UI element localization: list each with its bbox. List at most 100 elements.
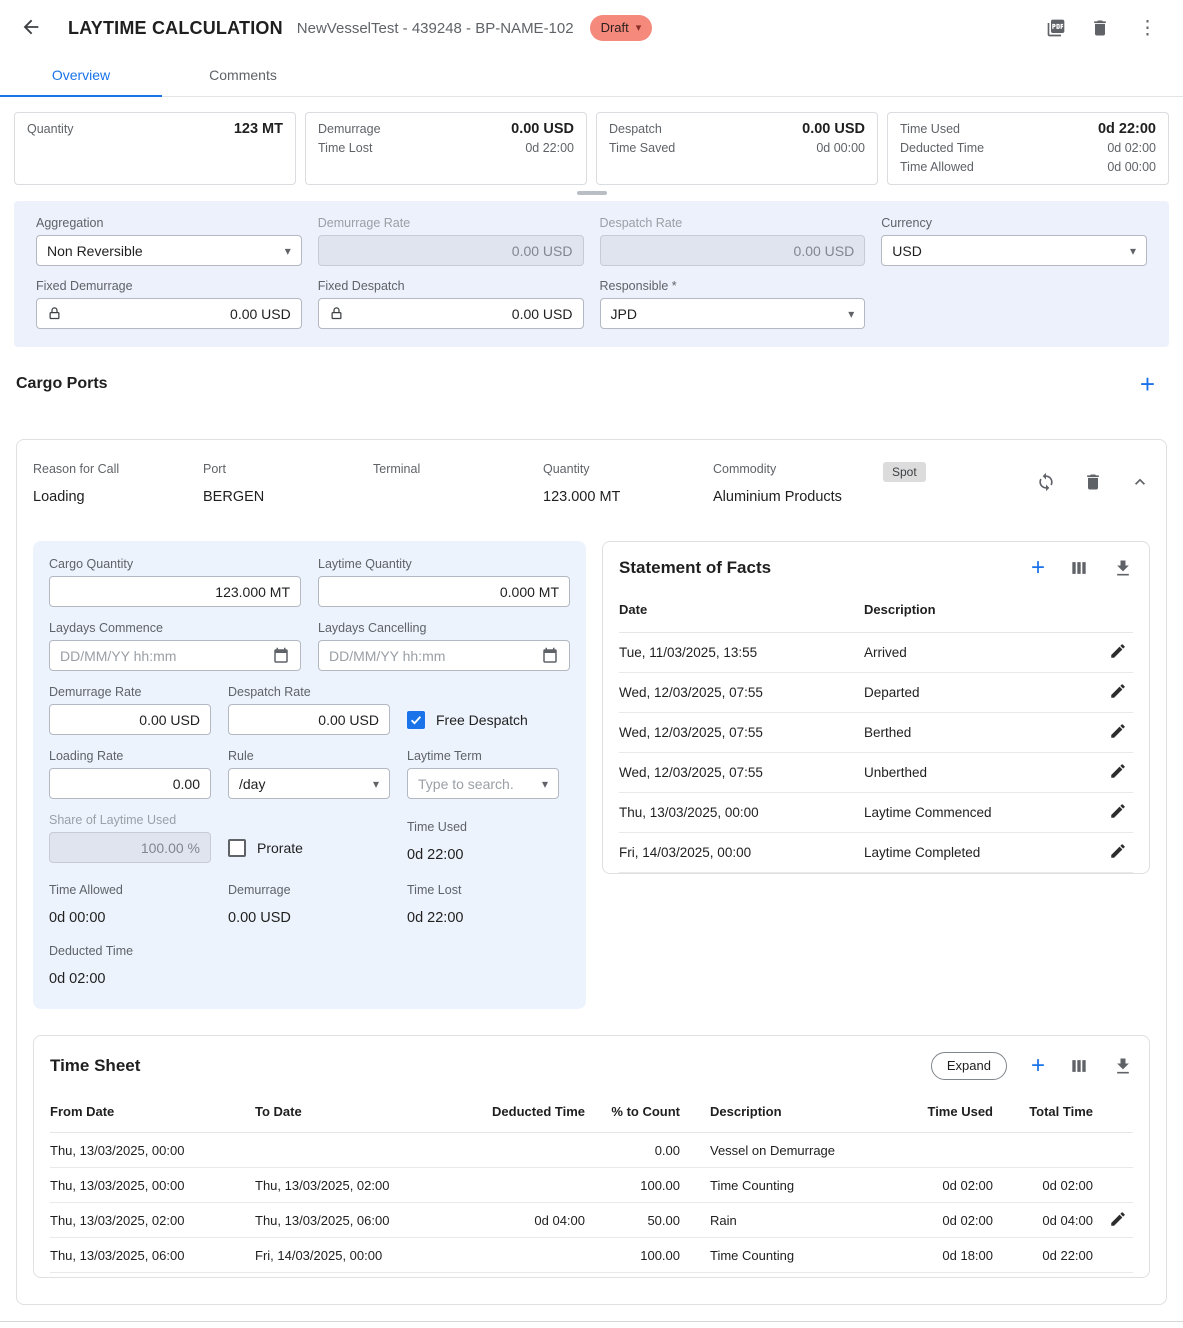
chevron-down-icon: ▾: [285, 245, 291, 257]
time-lost-value: 0d 22:00: [407, 910, 463, 926]
port-label: Port: [203, 462, 373, 476]
rule-field-group: Rule /day ▾: [228, 749, 390, 799]
timesheet-row: Thu, 13/03/2025, 06:00 Fri, 14/03/2025, …: [50, 1238, 1133, 1273]
time-allowed-value: 0d 00:00: [49, 910, 211, 926]
time-used-value: 0d 22:00: [407, 847, 467, 863]
sof-description: Berthed: [864, 713, 1091, 753]
share-of-laytime-field-group: Share of Laytime Used 100.00 %: [49, 813, 211, 863]
sof-toolbar: +: [1031, 558, 1133, 578]
calendar-icon[interactable]: [541, 647, 559, 665]
edit-pencil-icon[interactable]: [1109, 762, 1127, 780]
laytime-quantity-input-field[interactable]: [329, 584, 559, 600]
laydays-cancelling-input[interactable]: [318, 640, 570, 671]
ts-deducted: [460, 1238, 585, 1273]
chevron-down-icon: ▾: [373, 778, 379, 790]
port-demurrage-rate-input[interactable]: [49, 704, 211, 735]
ts-deducted: [460, 1133, 585, 1168]
columns-icon[interactable]: [1069, 1056, 1089, 1076]
port-demurrage-value: 0.00 USD: [228, 910, 390, 926]
prorate-checkbox[interactable]: Prorate: [228, 832, 390, 863]
laytime-quantity-input[interactable]: [318, 576, 570, 607]
expand-button[interactable]: Expand: [931, 1052, 1007, 1080]
ts-description: Time Counting: [680, 1168, 888, 1203]
status-badge[interactable]: Draft ▾: [590, 15, 653, 41]
laytime-term-search-select[interactable]: Type to search. ▾: [407, 768, 559, 799]
tab-comments[interactable]: Comments: [162, 56, 324, 96]
rule-select[interactable]: /day ▾: [228, 768, 390, 799]
chevron-down-icon: ▾: [636, 21, 642, 34]
ts-column-pct-to-count: % to Count: [585, 1096, 680, 1133]
topbar-actions: ⋮: [1046, 17, 1161, 40]
summary-value: 0d 02:00: [1107, 139, 1156, 158]
currency-select[interactable]: USD ▾: [881, 235, 1147, 266]
download-icon[interactable]: [1113, 1056, 1133, 1076]
tab-overview[interactable]: Overview: [0, 56, 162, 97]
delete-port-icon[interactable]: [1083, 472, 1103, 492]
pdf-export-icon[interactable]: [1046, 18, 1066, 38]
add-fact-button[interactable]: +: [1031, 558, 1045, 578]
reason-for-call-label: Reason for Call: [33, 462, 203, 476]
fixed-demurrage-input[interactable]: 0.00 USD: [36, 298, 302, 329]
edit-pencil-icon[interactable]: [1109, 802, 1127, 820]
ts-total-time: 0d 02:00: [993, 1168, 1093, 1203]
loading-rate-input[interactable]: [49, 768, 211, 799]
deducted-time-label: Deducted Time: [49, 944, 211, 958]
ts-to: Thu, 13/03/2025, 06:00: [255, 1203, 460, 1238]
back-button[interactable]: [20, 16, 44, 40]
laydays-commence-field-group: Laydays Commence: [49, 621, 301, 671]
ts-column-time-used: Time Used: [888, 1096, 993, 1133]
download-icon[interactable]: [1113, 558, 1133, 578]
ts-time-used: 0d 02:00: [888, 1203, 993, 1238]
ts-deducted: 0d 04:00: [460, 1203, 585, 1238]
port-demurrage-rate-field-group: Demurrage Rate: [49, 685, 211, 735]
delete-icon[interactable]: [1090, 18, 1110, 38]
panel-resize-handle[interactable]: [577, 191, 607, 195]
time-used-label: Time Used: [407, 820, 467, 834]
edit-pencil-icon[interactable]: [1109, 1210, 1127, 1228]
responsible-select[interactable]: JPD ▾: [600, 298, 866, 329]
loading-rate-input-field[interactable]: [60, 776, 200, 792]
edit-pencil-icon[interactable]: [1109, 642, 1127, 660]
edit-pencil-icon[interactable]: [1109, 722, 1127, 740]
collapse-chevron-up-icon[interactable]: [1130, 472, 1150, 492]
statement-of-facts-table: Date Description Tue, 11/03/2025, 13:55 …: [619, 594, 1133, 873]
sof-date: Wed, 12/03/2025, 07:55: [619, 713, 864, 753]
laydays-cancelling-input-field[interactable]: [329, 648, 533, 664]
port-despatch-rate-input-field[interactable]: [239, 712, 379, 728]
demurrage-rate-label: Demurrage Rate: [318, 216, 584, 230]
cargo-quantity-input-field[interactable]: [60, 584, 290, 600]
ts-column-description: Description: [680, 1096, 888, 1133]
rule-value: /day: [239, 776, 265, 792]
cargo-quantity-input[interactable]: [49, 576, 301, 607]
summary-value: 0d 00:00: [816, 139, 865, 158]
laydays-commence-input[interactable]: [49, 640, 301, 671]
calendar-icon[interactable]: [272, 647, 290, 665]
aggregation-select[interactable]: Non Reversible ▾: [36, 235, 302, 266]
summary-value: 0d 00:00: [1107, 158, 1156, 177]
add-timesheet-row-button[interactable]: +: [1031, 1056, 1045, 1076]
quantity-label: Quantity: [543, 462, 713, 476]
chevron-down-icon: ▾: [542, 778, 548, 790]
prorate-label: Prorate: [257, 840, 303, 856]
sync-icon[interactable]: [1036, 472, 1056, 492]
summary-cards: Quantity123 MT Demurrage0.00 USD Time Lo…: [0, 97, 1183, 185]
port-value: BERGEN: [203, 489, 373, 505]
rule-label: Rule: [228, 749, 390, 763]
more-options-icon[interactable]: ⋮: [1134, 17, 1161, 40]
checkbox-icon: [228, 839, 246, 857]
port-despatch-rate-input[interactable]: [228, 704, 390, 735]
responsible-field-group: Responsible * JPD ▾: [600, 279, 866, 329]
ts-deducted: [460, 1168, 585, 1203]
fixed-despatch-input[interactable]: 0.00 USD: [318, 298, 584, 329]
summary-value: 0d 22:00: [525, 139, 574, 158]
despatch-rate-input: 0.00 USD: [600, 235, 866, 266]
deducted-time-value: 0d 02:00: [49, 971, 211, 987]
laydays-commence-input-field[interactable]: [60, 648, 264, 664]
add-cargo-port-button[interactable]: +: [1128, 373, 1167, 395]
summary-label: Time Allowed: [900, 158, 974, 177]
columns-icon[interactable]: [1069, 558, 1089, 578]
edit-pencil-icon[interactable]: [1109, 682, 1127, 700]
edit-pencil-icon[interactable]: [1109, 842, 1127, 860]
port-demurrage-rate-input-field[interactable]: [60, 712, 200, 728]
free-despatch-checkbox[interactable]: Free Despatch: [407, 704, 528, 735]
